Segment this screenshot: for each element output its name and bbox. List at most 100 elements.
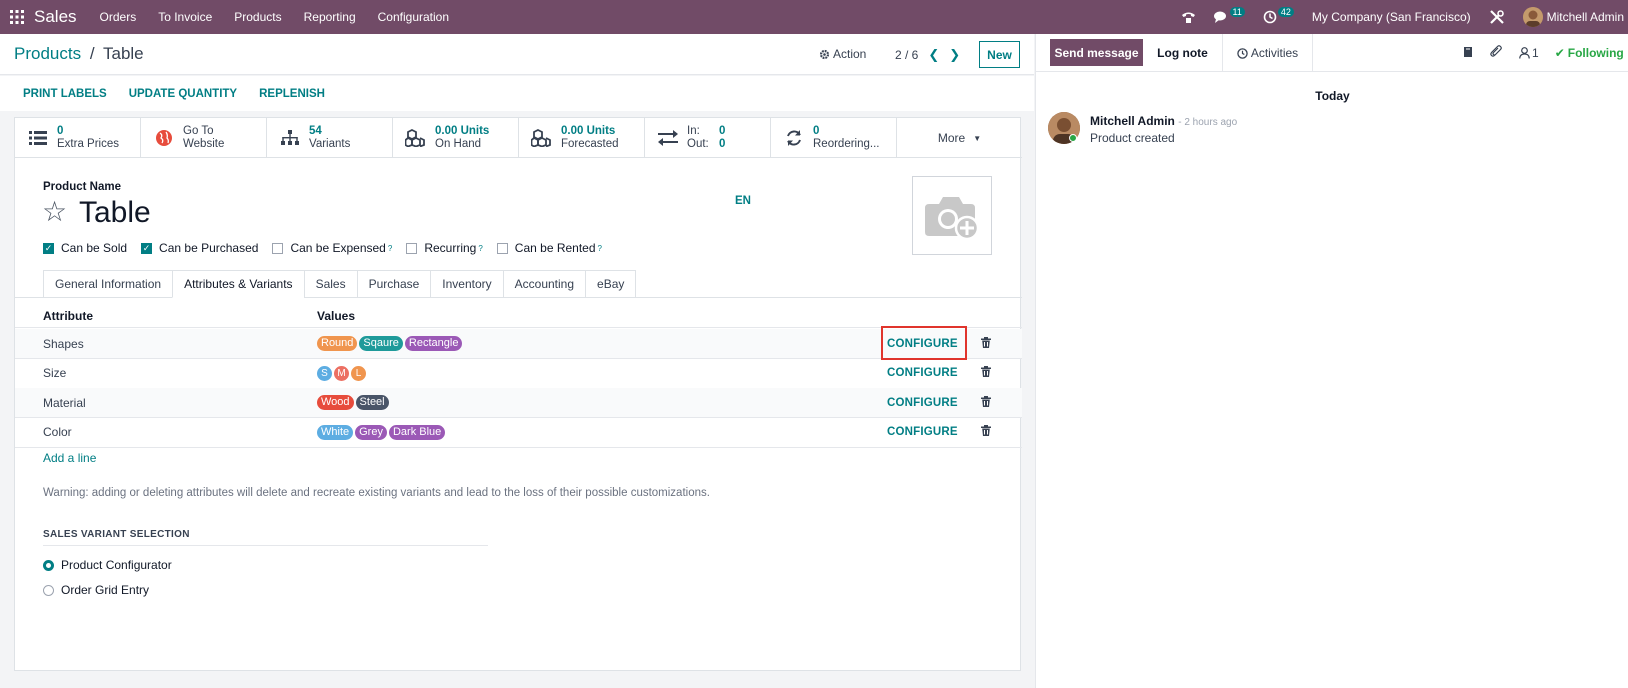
messages-icon[interactable]: 11 (1205, 7, 1254, 24)
activities-button[interactable]: Activities (1223, 34, 1313, 72)
can-be-purchased-checkbox[interactable]: ✓ Can be Purchased (141, 241, 258, 255)
attribute-name[interactable]: Color (43, 425, 72, 439)
attribute-name[interactable]: Material (43, 396, 86, 410)
configure-button[interactable]: CONFIGURE (887, 426, 958, 438)
trash-icon[interactable] (981, 395, 991, 410)
user-menu[interactable]: Mitchell Admin (1514, 7, 1628, 27)
value-tag[interactable]: Sqaure (359, 336, 403, 351)
sitemap-icon (279, 127, 301, 149)
paperclip-icon[interactable] (1490, 45, 1503, 61)
update-quantity-button[interactable]: UPDATE QUANTITY (129, 88, 237, 100)
company-switcher[interactable]: My Company (San Francisco) (1303, 10, 1480, 24)
log-note-button[interactable]: Log note (1143, 34, 1223, 72)
can-be-sold-label: Can be Sold (61, 241, 128, 255)
attribute-name[interactable]: Shapes (43, 337, 84, 351)
chevron-right-icon[interactable]: ❯ (949, 47, 960, 63)
replenish-button[interactable]: REPLENISH (259, 88, 325, 100)
value-tag[interactable]: Wood (317, 395, 354, 410)
attribute-row[interactable]: Color White Grey Dark Blue CONFIGURE (15, 418, 1022, 448)
attribute-row[interactable]: Material Wood Steel CONFIGURE (15, 388, 1022, 418)
attribute-row[interactable]: Size S M L CONFIGURE (15, 359, 1022, 389)
column-header-values[interactable]: Values (317, 309, 355, 323)
radio-product-configurator[interactable]: Product Configurator (43, 558, 172, 572)
send-message-button[interactable]: Send message (1050, 39, 1143, 66)
language-button[interactable]: EN (735, 195, 751, 207)
menu-configuration[interactable]: Configuration (367, 10, 460, 24)
extra-prices-button[interactable]: 0 Extra Prices (15, 118, 141, 158)
more-button[interactable]: More ▼ (897, 118, 1022, 158)
configure-button[interactable]: CONFIGURE (887, 367, 958, 379)
checkbox-empty-icon (496, 242, 508, 254)
trash-icon[interactable] (981, 425, 991, 439)
value-tag[interactable]: Dark Blue (388, 424, 446, 440)
add-a-line-link[interactable]: Add a line (43, 451, 96, 465)
on-hand-value: 0.00 Units (435, 125, 490, 137)
chevron-left-icon[interactable]: ❮ (928, 47, 939, 63)
tab-sales[interactable]: Sales (303, 270, 357, 298)
on-hand-button[interactable]: 0.00 Units On Hand (393, 118, 519, 158)
tools-icon[interactable] (1480, 9, 1514, 25)
app-brand[interactable]: Sales (34, 7, 77, 27)
configure-button[interactable]: CONFIGURE (887, 338, 958, 350)
can-be-expensed-checkbox[interactable]: Can be Expensed? (272, 241, 392, 255)
recurring-checkbox[interactable]: Recurring? (406, 241, 483, 255)
tab-accounting[interactable]: Accounting (502, 270, 586, 298)
product-image[interactable] (912, 176, 992, 255)
can-be-sold-checkbox[interactable]: ✓ Can be Sold (43, 241, 127, 255)
configure-button[interactable]: CONFIGURE (887, 397, 958, 409)
value-tag[interactable]: Rectangle (404, 336, 463, 351)
out-label: Out: (687, 138, 709, 150)
value-tag[interactable]: White (317, 424, 354, 440)
attribute-values[interactable]: Round Sqaure Rectangle (317, 336, 463, 351)
activities-icon[interactable]: 42 (1254, 7, 1303, 24)
print-labels-button[interactable]: PRINT LABELS (23, 88, 107, 100)
followers-button[interactable]: 1 (1519, 46, 1539, 60)
tab-attributes-variants[interactable]: Attributes & Variants (172, 270, 304, 298)
value-tag[interactable]: M (334, 365, 349, 381)
attribute-values[interactable]: SML (317, 365, 366, 381)
attribute-values[interactable]: Wood Steel (317, 395, 389, 410)
trash-icon[interactable] (981, 366, 991, 380)
value-tag[interactable]: S (317, 365, 332, 381)
forecasted-button[interactable]: 0.00 Units Forecasted (519, 118, 645, 158)
value-tag[interactable]: Grey (355, 424, 387, 440)
breadcrumb-separator: / (89, 44, 95, 63)
help-tooltip-icon[interactable]: ? (598, 244, 602, 253)
menu-to-invoice[interactable]: To Invoice (147, 10, 223, 24)
column-header-attribute[interactable]: Attribute (43, 309, 93, 323)
in-out-button[interactable]: In: 0 Out: 0 (645, 118, 771, 158)
can-be-rented-checkbox[interactable]: Can be Rented? (496, 241, 602, 255)
value-tag[interactable]: L (351, 365, 366, 381)
phone-icon[interactable] (1172, 11, 1205, 24)
new-button[interactable]: New (979, 41, 1020, 68)
attribute-name[interactable]: Size (43, 366, 66, 380)
message-author-name[interactable]: Mitchell Admin (1090, 114, 1175, 128)
value-tag[interactable]: Round (317, 336, 358, 351)
breadcrumb-products[interactable]: Products (14, 44, 81, 63)
following-button[interactable]: ✔ Following (1555, 46, 1624, 60)
value-tag[interactable]: Steel (355, 395, 389, 410)
menu-reporting[interactable]: Reporting (293, 10, 367, 24)
tab-general-information[interactable]: General Information (43, 270, 173, 298)
menu-orders[interactable]: Orders (89, 10, 148, 24)
reordering-button[interactable]: 0 Reordering... (771, 118, 897, 158)
tab-purchase[interactable]: Purchase (356, 270, 431, 298)
radio-order-grid-entry[interactable]: Order Grid Entry (43, 583, 149, 597)
tab-inventory[interactable]: Inventory (430, 270, 503, 298)
favorite-star-icon[interactable]: ☆ (42, 197, 67, 227)
help-tooltip-icon[interactable]: ? (388, 244, 392, 253)
apps-menu-icon[interactable] (0, 0, 34, 34)
trash-icon[interactable] (981, 336, 991, 351)
pager-value[interactable]: 2 / 6 (895, 48, 918, 62)
action-button[interactable]: Action (819, 47, 866, 61)
attribute-row[interactable]: Shapes Round Sqaure Rectangle CONFIGURE (15, 326, 1022, 360)
go-to-website-button[interactable]: Go To Website (141, 118, 267, 158)
book-icon[interactable] (1462, 46, 1474, 61)
product-name-field[interactable]: Table (79, 196, 151, 230)
attribute-values[interactable]: White Grey Dark Blue (317, 424, 446, 440)
menu-products[interactable]: Products (223, 10, 292, 24)
help-tooltip-icon[interactable]: ? (478, 244, 482, 253)
tab-ebay[interactable]: eBay (585, 270, 637, 298)
variants-button[interactable]: 54 Variants (267, 118, 393, 158)
go-to-label: Go To (183, 125, 214, 137)
